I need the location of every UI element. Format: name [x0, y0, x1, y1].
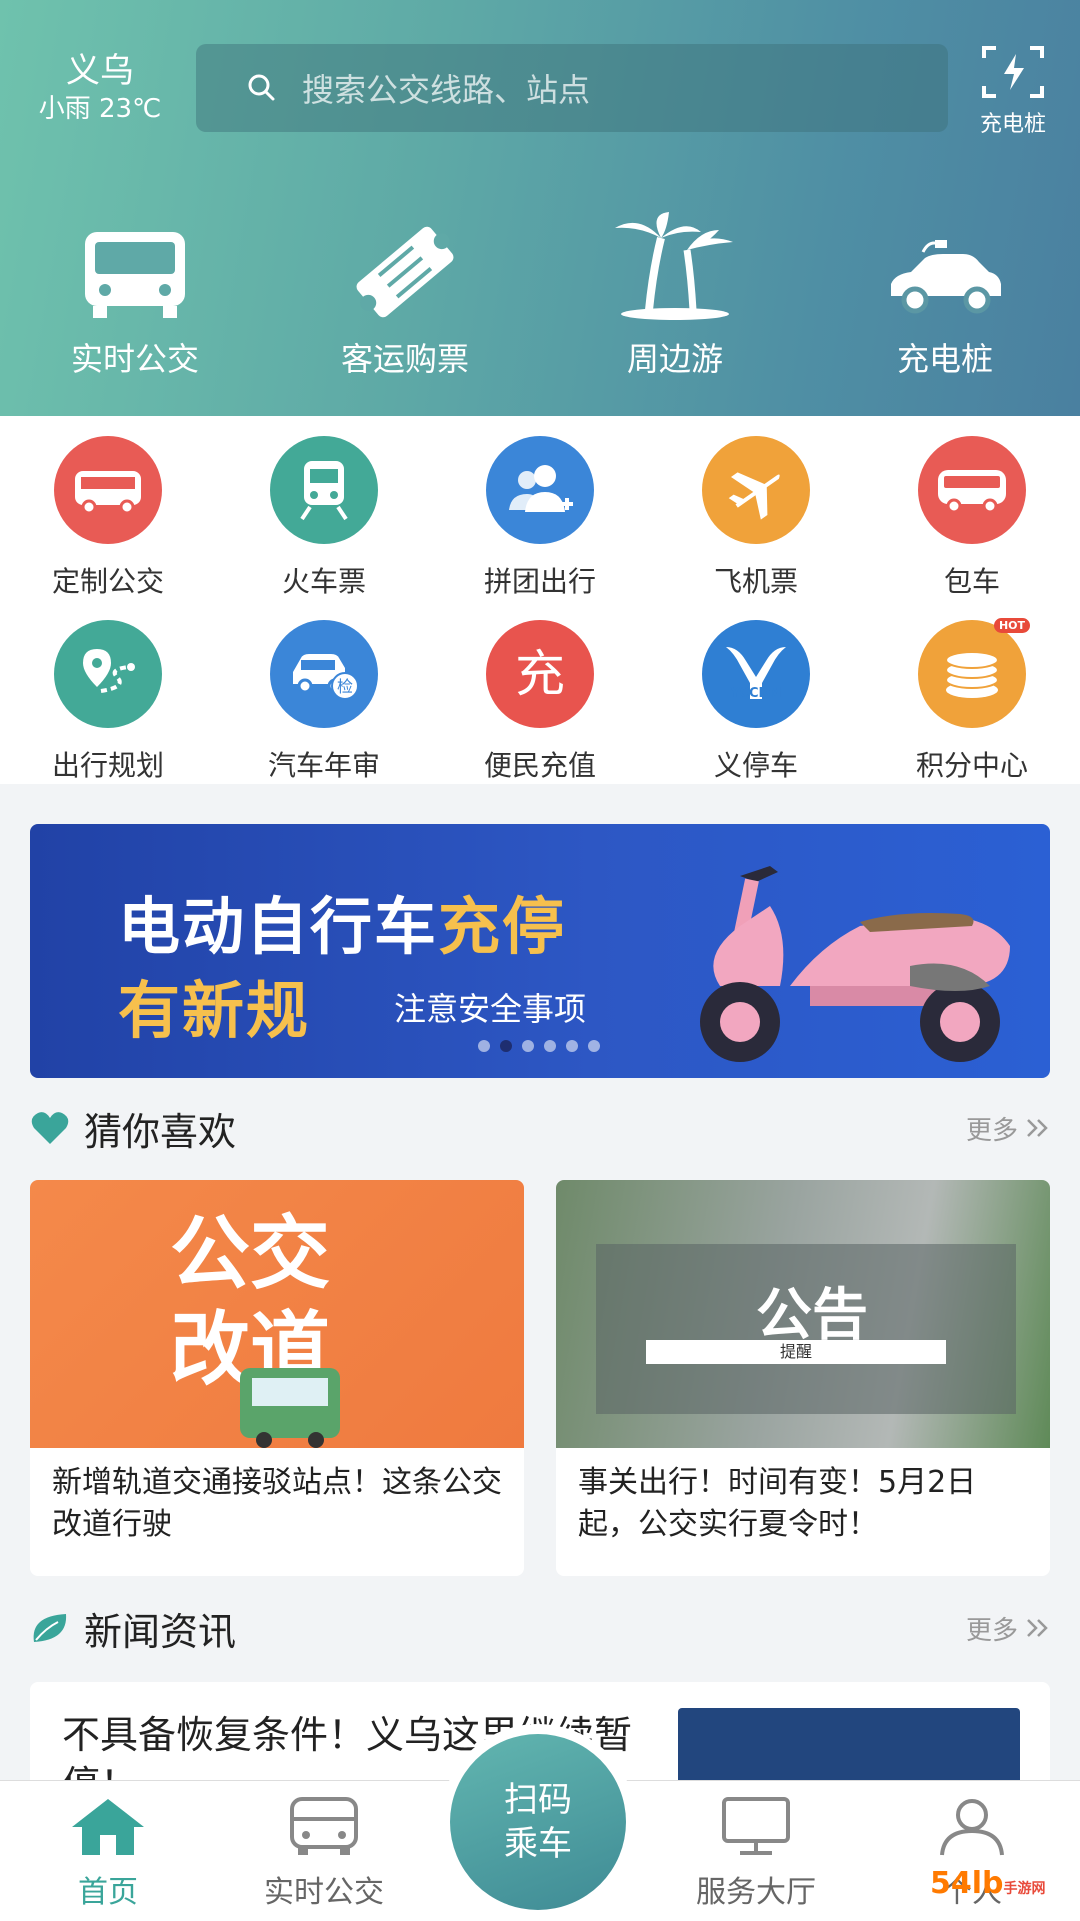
header: 义乌 小雨 23℃ 搜索公交线路、站点 充电桩 实时公交 客运购票 周边游 充电… [0, 0, 1080, 416]
grid-item-custom-bus[interactable]: 定制公交 [0, 436, 216, 600]
banner-headline: 电动自行车充停 [118, 890, 567, 963]
grid-item-parking[interactable]: YCCRM 义停车 [648, 620, 864, 784]
recharge-glyph: 充 [515, 645, 565, 703]
guess-section-header: 猜你喜欢 更多 [30, 1098, 1050, 1158]
tab-realtime-bus[interactable]: 实时公交 [216, 1781, 432, 1921]
banner-headline-2: 有新规 [118, 974, 311, 1047]
grid-item-group-travel[interactable]: 拼团出行 [432, 436, 648, 600]
bus-illustration [240, 1368, 340, 1448]
grid-item-recharge[interactable]: 充 便民充值 [432, 620, 648, 784]
charge-station-label: 充电桩 [979, 112, 1046, 137]
charge-scan-icon [982, 46, 1044, 98]
double-chevron-right-icon [1027, 1619, 1048, 1637]
card-text: 事关出行！时间有变！5月2日起，公交实行夏令时！ [578, 1465, 977, 1542]
grid-item-label: 拼团出行 [483, 565, 596, 598]
grid-item-points-center[interactable]: HOT 积分中心 [864, 618, 1080, 784]
section-title: 猜你喜欢 [84, 1109, 237, 1154]
grid-item-label: 义停车 [713, 749, 798, 782]
coins-icon: HOT [918, 618, 1030, 728]
grid-item-route-plan[interactable]: 出行规划 [0, 620, 216, 784]
hot-badge: HOT [993, 618, 1030, 633]
promo-banner[interactable]: 电动自行车充停 有新规 注意安全事项 [30, 824, 1050, 1078]
main-nav-realtime-bus[interactable]: 实时公交 [0, 210, 270, 380]
tab-service-hall[interactable]: 服务大厅 [648, 1781, 864, 1921]
bus-icon [290, 1797, 358, 1855]
carousel-dot[interactable] [588, 1040, 600, 1052]
grid-item-flight-ticket[interactable]: 飞机票 [648, 436, 864, 600]
main-nav-nearby-travel[interactable]: 周边游 [540, 210, 810, 380]
banner-subline: 注意安全事项 [394, 990, 587, 1028]
leaf-icon [33, 1614, 67, 1642]
tab-home[interactable]: 首页 [0, 1781, 216, 1921]
scooter-illustration [700, 866, 1010, 1062]
main-nav-label: 周边游 [626, 340, 723, 378]
grid-item-label: 便民充值 [483, 749, 596, 782]
palm-tree-icon [615, 212, 733, 320]
carousel-dot[interactable] [544, 1040, 556, 1052]
grid-item-train-ticket[interactable]: 火车票 [216, 436, 432, 600]
grid-item-label: 汽车年审 [267, 749, 380, 782]
grid-item-label: 飞机票 [713, 565, 798, 598]
search-bar[interactable]: 搜索公交线路、站点 [196, 44, 948, 132]
main-nav-coach-ticket[interactable]: 客运购票 [270, 210, 540, 380]
main-nav-label: 实时公交 [70, 340, 199, 378]
recharge-icon: 充 [486, 620, 594, 728]
grid-item-label: 积分中心 [915, 749, 1028, 782]
svg-text:检: 检 [337, 677, 353, 696]
user-icon [940, 1799, 1004, 1856]
carousel-dots[interactable] [478, 1040, 600, 1052]
car-inspection-icon: 检 [270, 620, 378, 728]
parking-logo-icon: YCCRM [702, 620, 810, 728]
main-nav-label: 充电桩 [896, 340, 993, 378]
search-placeholder: 搜索公交线路、站点 [302, 71, 591, 109]
charter-bus-icon [918, 436, 1026, 544]
section-title: 新闻资讯 [84, 1609, 237, 1654]
heart-icon [31, 1112, 69, 1144]
carousel-dot[interactable] [522, 1040, 534, 1052]
main-nav-label: 客运购票 [340, 340, 469, 378]
weather-text: 小雨 23℃ [38, 94, 162, 124]
card-image: 公交 改道 [30, 1180, 524, 1448]
grid-item-label: 火车票 [281, 565, 366, 598]
watermark-logo: 54lb手游网 [930, 1866, 1046, 1901]
carousel-dot[interactable] [566, 1040, 578, 1052]
card-text: 新增轨道交通接驳站点！这条公交改道行驶 [52, 1465, 502, 1542]
scan-label-line1: 扫码 [504, 1780, 572, 1820]
recommend-card[interactable]: 公告 提醒 事关出行！时间有变！5月2日起，公交实行夏令时！ [556, 1180, 1050, 1576]
bus-icon [85, 232, 185, 318]
grid-item-car-inspection[interactable]: 检 汽车年审 [216, 620, 432, 784]
double-chevron-right-icon [1027, 1119, 1048, 1137]
scan-to-ride-button[interactable]: 扫码 乘车 [440, 1724, 636, 1920]
ticket-icon [356, 226, 454, 318]
grid-item-charter[interactable]: 包车 [864, 436, 1080, 600]
search-icon [248, 74, 275, 101]
grid-item-label: 包车 [943, 565, 1000, 598]
carousel-dot[interactable] [478, 1040, 490, 1052]
train-icon [270, 436, 378, 544]
recommend-card[interactable]: 公交 改道 新增轨道交通接驳站点！这条公交改道行驶 [30, 1180, 524, 1576]
main-nav: 实时公交 客运购票 周边游 充电桩 [0, 210, 1080, 380]
custom-bus-icon [54, 436, 162, 544]
ev-car-icon [891, 240, 1001, 314]
group-travel-icon [486, 436, 594, 544]
city-weather[interactable]: 义乌 小雨 23℃ [30, 50, 170, 126]
card-image: 公告 提醒 [556, 1180, 1050, 1448]
main-nav-charging[interactable]: 充电桩 [810, 210, 1080, 380]
airplane-icon [702, 436, 810, 544]
route-plan-icon [54, 620, 162, 728]
scan-label-line2: 乘车 [504, 1824, 572, 1864]
city-name[interactable]: 义乌 [30, 50, 170, 92]
news-section-header: 新闻资讯 更多 [30, 1598, 1050, 1658]
more-link[interactable]: 更多 [966, 1110, 1050, 1147]
home-icon [72, 1799, 144, 1855]
grid-item-label: 定制公交 [51, 565, 164, 598]
charge-station-button[interactable]: 充电桩 [968, 42, 1058, 138]
monitor-icon [722, 1797, 790, 1855]
service-grid: 定制公交 火车票 拼团出行 飞机票 包车 出行规划 检 汽车年审 充 便民充值 … [0, 416, 1080, 784]
carousel-dot-active[interactable] [500, 1040, 512, 1052]
svg-text:YCCRM: YCCRM [730, 686, 782, 701]
more-link[interactable]: 更多 [966, 1610, 1050, 1647]
grid-item-label: 出行规划 [51, 749, 164, 782]
